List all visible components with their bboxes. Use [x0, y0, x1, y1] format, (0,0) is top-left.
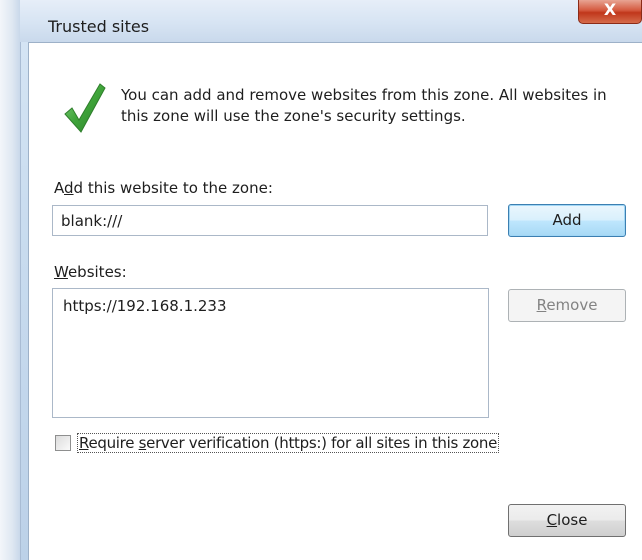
dialog-window: Trusted sites X You can add and remove w…: [0, 0, 642, 560]
background-window-edge: [0, 0, 21, 560]
websites-label: Websites:: [54, 263, 127, 281]
websites-list[interactable]: https://192.168.1.233: [52, 288, 489, 418]
list-item[interactable]: https://192.168.1.233: [63, 297, 227, 315]
close-button[interactable]: Close: [508, 504, 626, 537]
close-icon: X: [603, 0, 617, 19]
title-bar[interactable]: Trusted sites: [20, 0, 642, 42]
add-button[interactable]: Add: [508, 204, 626, 237]
close-window-button[interactable]: X: [578, 0, 642, 24]
window-title: Trusted sites: [48, 17, 150, 36]
require-verification-checkbox[interactable]: [55, 435, 71, 451]
zone-info-text: You can add and remove websites from thi…: [121, 86, 607, 125]
website-url-input[interactable]: [52, 205, 488, 236]
remove-button[interactable]: Remove: [508, 289, 626, 322]
green-checkmark-icon: [64, 83, 106, 133]
add-website-label: Add this website to the zone:: [54, 179, 273, 197]
require-verification-label[interactable]: Require server verification (https:) for…: [77, 433, 500, 453]
